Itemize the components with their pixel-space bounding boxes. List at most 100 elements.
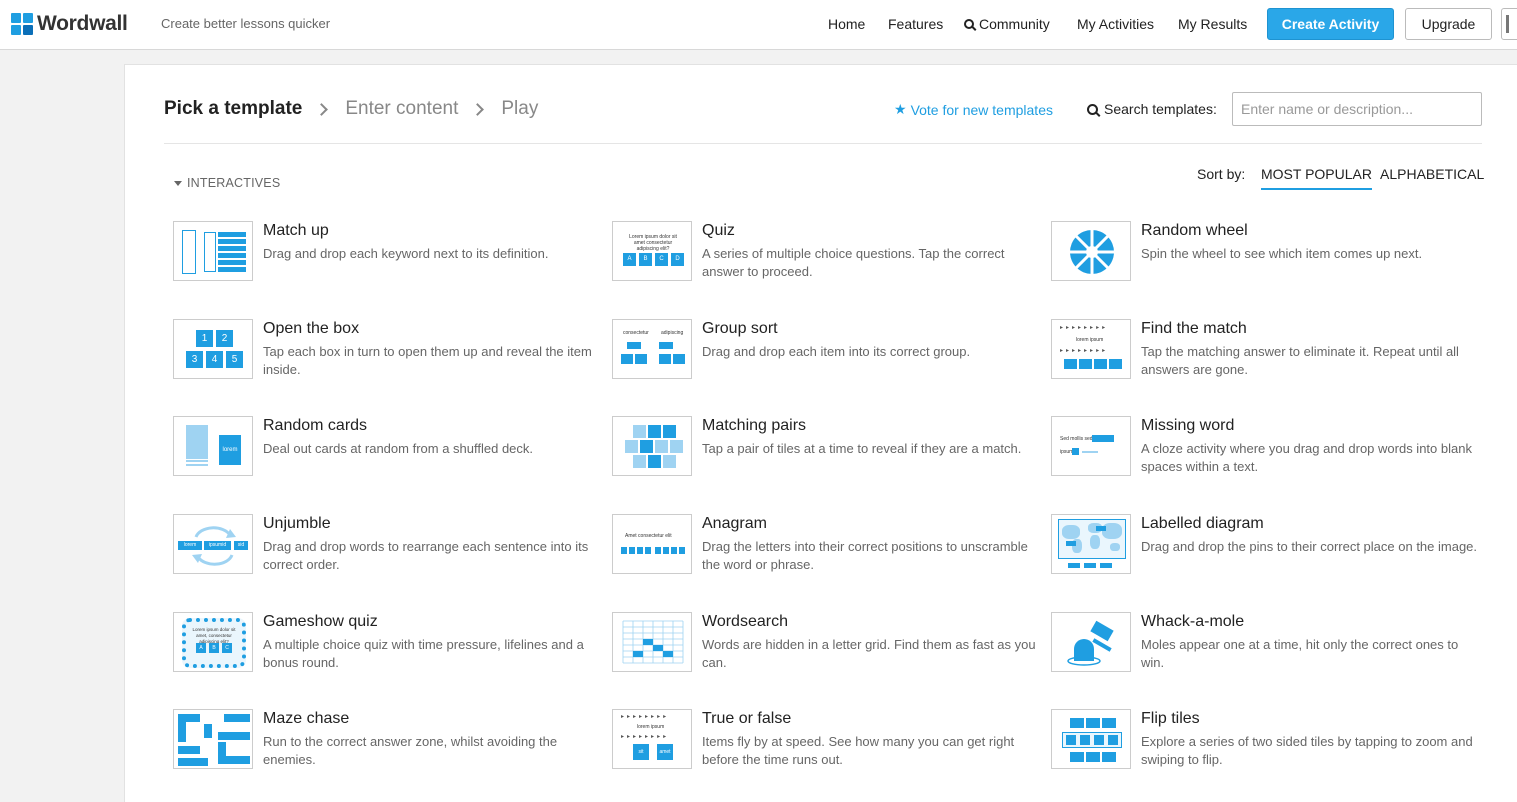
template-name: Maze chase xyxy=(263,710,350,727)
breadcrumb: Pick a template Enter content Play xyxy=(164,98,538,120)
nav-community-label: Community xyxy=(979,16,1050,32)
thumb-text: amet xyxy=(659,749,671,755)
missing-word-icon: Sed mollis sed at ipsum xyxy=(1051,416,1131,476)
thumb-text: 3 xyxy=(191,354,198,365)
template-name: Anagram xyxy=(702,515,767,532)
search-input[interactable] xyxy=(1232,92,1482,126)
thumb-text: D xyxy=(675,256,680,262)
template-whack-a-mole[interactable]: Whack-a-mole Moles appear one at a time,… xyxy=(1051,612,1481,674)
random-cards-icon: lorem xyxy=(173,416,253,476)
template-quiz[interactable]: Lorem ipsum dolor sit amet consectetur a… xyxy=(612,221,1042,283)
random-wheel-icon xyxy=(1051,221,1131,281)
template-open-the-box[interactable]: 1 2 3 4 5 Open the box Tap each box in t… xyxy=(173,319,603,381)
true-or-false-icon: ▸▸▸▸▸▸▸▸ lorem ipsum ▸▸▸▸▸▸▸▸ sit amet xyxy=(612,709,692,769)
chevron-right-icon xyxy=(315,102,329,116)
template-matching-pairs[interactable]: Matching pairs Tap a pair of tiles at a … xyxy=(612,416,1042,478)
template-true-or-false[interactable]: ▸▸▸▸▸▸▸▸ lorem ipsum ▸▸▸▸▸▸▸▸ sit amet T… xyxy=(612,709,1042,771)
template-desc: Drag and drop each keyword next to its d… xyxy=(263,246,549,261)
template-desc: Drag and drop the pins to their correct … xyxy=(1141,539,1478,554)
template-match-up[interactable]: Match up Drag and drop each keyword next… xyxy=(173,221,603,283)
template-desc: Moles appear one at a time, hit only the… xyxy=(1141,637,1459,670)
template-wordsearch[interactable]: Wordsearch Words are hidden in a letter … xyxy=(612,612,1042,674)
sort-most-popular[interactable]: MOST POPULAR xyxy=(1261,166,1372,190)
template-name: Unjumble xyxy=(263,515,331,532)
template-maze-chase[interactable]: Maze chase Run to the correct answer zon… xyxy=(173,709,603,771)
thumb-text: lorem ipsum xyxy=(1076,337,1104,343)
thumb-text: lorem xyxy=(222,447,238,453)
template-random-cards[interactable]: lorem Random cards Deal out cards at ran… xyxy=(173,416,603,478)
find-the-match-icon: ▸▸▸▸▸▸▸▸ lorem ipsum ▸▸▸▸▸▸▸▸ xyxy=(1051,319,1131,379)
template-desc: Tap the matching answer to eliminate it.… xyxy=(1141,344,1459,377)
template-anagram[interactable]: Amet consectetur elit Anagram Drag the l… xyxy=(612,514,1042,576)
nav-home[interactable]: Home xyxy=(828,16,865,32)
search-label-text: Search templates: xyxy=(1104,101,1217,117)
step-play: Play xyxy=(501,98,539,119)
template-desc: A series of multiple choice questions. T… xyxy=(702,246,1005,279)
thumb-text: sid xyxy=(237,542,245,548)
divider xyxy=(164,143,1482,144)
thumb-text: C xyxy=(225,645,229,651)
template-find-the-match[interactable]: ▸▸▸▸▸▸▸▸ lorem ipsum ▸▸▸▸▸▸▸▸ Find the m… xyxy=(1051,319,1481,381)
thumb-text: B xyxy=(643,256,648,262)
create-activity-button[interactable]: Create Activity xyxy=(1267,8,1394,40)
template-name: Random wheel xyxy=(1141,222,1248,239)
template-name: Random cards xyxy=(263,417,368,434)
section-label: INTERACTIVES xyxy=(187,176,281,190)
template-name: Find the match xyxy=(1141,320,1247,337)
nav-my-activities[interactable]: My Activities xyxy=(1077,16,1154,32)
nav-community[interactable]: Community xyxy=(964,16,1050,32)
labelled-diagram-icon xyxy=(1051,514,1131,574)
template-desc: Explore a series of two sided tiles by t… xyxy=(1141,734,1473,767)
tagline: Create better lessons quicker xyxy=(161,16,331,31)
search-templates-label: Search templates: xyxy=(1087,101,1217,117)
chevron-right-icon xyxy=(471,102,485,116)
template-desc: Tap each box in turn to open them up and… xyxy=(263,344,592,377)
nav-my-results[interactable]: My Results xyxy=(1178,16,1247,32)
thumb-text: consectetur xyxy=(623,330,649,336)
template-name: Open the box xyxy=(263,320,360,337)
template-desc: Drag and drop each item into its correct… xyxy=(702,344,971,359)
account-menu-button[interactable] xyxy=(1501,8,1517,40)
thumb-text: 4 xyxy=(211,354,218,365)
template-group-sort[interactable]: consectetur adipiscing Group sort Drag a… xyxy=(612,319,1042,381)
search-icon xyxy=(1087,103,1098,115)
thumb-text: adipiscing xyxy=(661,330,684,336)
template-desc: Words are hidden in a letter grid. Find … xyxy=(702,637,1036,670)
template-unjumble[interactable]: lorem ipsumid sid Unjumble Drag and drop… xyxy=(173,514,603,576)
thumb-text: B xyxy=(212,645,216,651)
open-the-box-icon: 1 2 3 4 5 xyxy=(173,319,253,379)
wordwall-logo[interactable]: Wordwall xyxy=(11,12,128,36)
thumb-text: 2 xyxy=(221,333,228,344)
caret-down-icon xyxy=(174,180,182,186)
logo-icon xyxy=(11,13,33,35)
sort-label: Sort by: xyxy=(1197,166,1246,182)
thumb-text: lorem ipsum xyxy=(637,724,665,730)
logo-text: Wordwall xyxy=(37,12,128,35)
vote-templates-link[interactable]: ★ Vote for new templates xyxy=(894,101,1053,118)
sort-alphabetical[interactable]: ALPHABETICAL xyxy=(1380,166,1484,182)
template-name: Missing word xyxy=(1141,417,1235,434)
template-flip-tiles[interactable]: Flip tiles Explore a series of two sided… xyxy=(1051,709,1481,771)
vote-label: Vote for new templates xyxy=(910,101,1053,118)
template-missing-word[interactable]: Sed mollis sed at ipsum Missing word A c… xyxy=(1051,416,1481,478)
thumb-text: Lorem ipsum dolor sit amet consectetur a… xyxy=(629,234,677,252)
template-gameshow-quiz[interactable]: Lorem ipsum dolor sit amet, consectetur … xyxy=(173,612,603,674)
template-random-wheel[interactable]: Random wheel Spin the wheel to see which… xyxy=(1051,221,1481,283)
thumb-text: sit xyxy=(638,749,644,755)
template-name: Wordsearch xyxy=(702,613,788,630)
template-desc: Items fly by at speed. See how many you … xyxy=(702,734,1015,767)
upgrade-button[interactable]: Upgrade xyxy=(1405,8,1492,40)
template-desc: Tap a pair of tiles at a time to reveal … xyxy=(702,441,1022,456)
thumb-text: lorem xyxy=(183,542,197,548)
thumb-text: 5 xyxy=(231,354,238,365)
template-desc: Spin the wheel to see which item comes u… xyxy=(1141,246,1423,261)
matching-pairs-icon xyxy=(612,416,692,476)
whack-a-mole-icon xyxy=(1051,612,1131,672)
section-interactives[interactable]: INTERACTIVES xyxy=(174,176,280,190)
nav-features[interactable]: Features xyxy=(888,16,943,32)
maze-chase-icon xyxy=(173,709,253,769)
template-desc: Drag the letters into their correct posi… xyxy=(702,539,1028,572)
template-labelled-diagram[interactable]: Labelled diagram Drag and drop the pins … xyxy=(1051,514,1481,576)
thumb-text: C xyxy=(659,256,664,262)
template-name: True or false xyxy=(702,710,792,727)
